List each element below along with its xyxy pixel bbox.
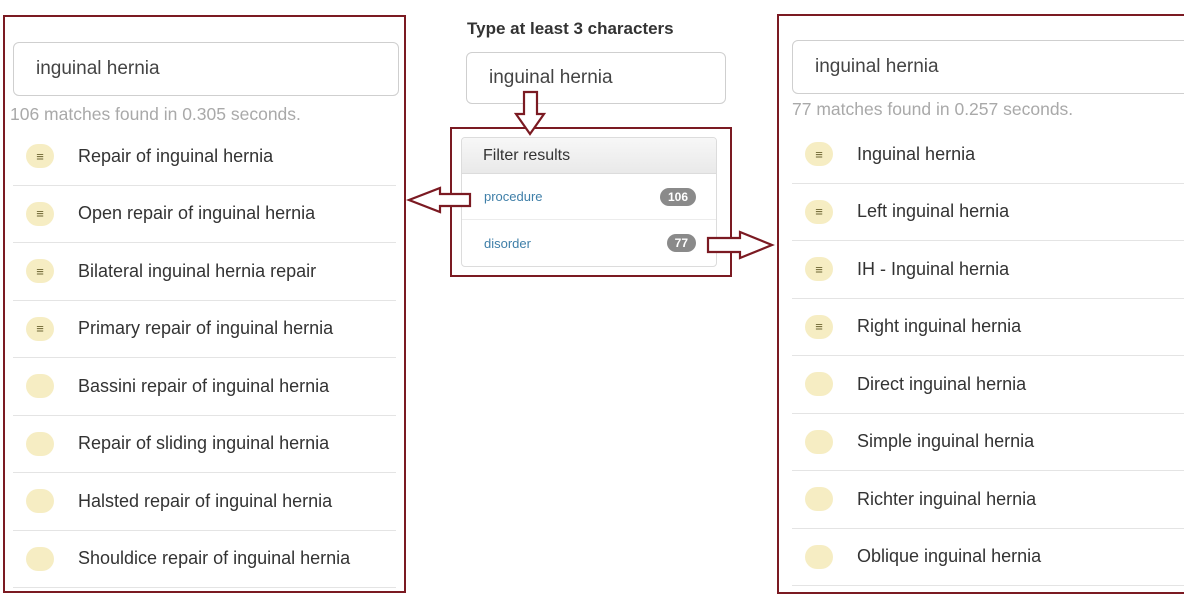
annotation-arrows	[405, 90, 775, 260]
arrow-left-icon	[405, 186, 472, 214]
arrow-right-icon	[706, 230, 775, 260]
arrow-down-icon	[513, 90, 547, 136]
